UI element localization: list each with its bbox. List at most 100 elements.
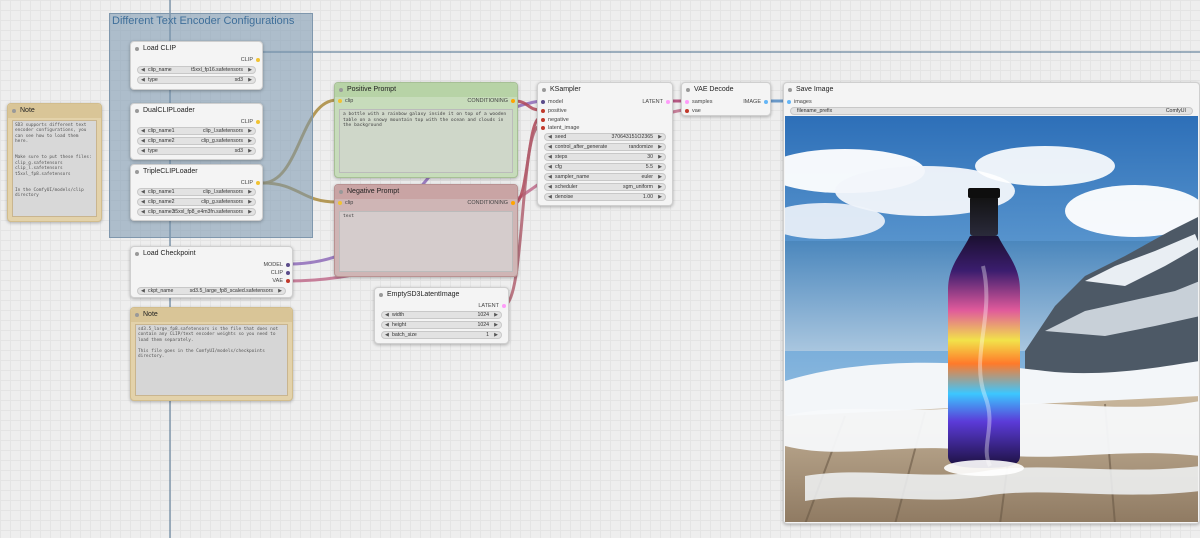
widget-filename-prefix[interactable]: filename_prefix ComfyUI: [790, 107, 1193, 115]
widget-denoise[interactable]: ◀ denoise 1.00 ▶: [544, 193, 666, 201]
node-save-image[interactable]: Save Image images filename_prefix ComfyUI: [783, 82, 1200, 524]
input-slot-clip[interactable]: [338, 201, 342, 205]
output-slot-clip[interactable]: [256, 120, 260, 124]
widget-clip-name2[interactable]: ◀ clip_name2 clip_g.safetensors ▶: [137, 137, 256, 145]
collapse-dot[interactable]: [12, 109, 16, 113]
widget-cfg[interactable]: ◀ cfg 5.5 ▶: [544, 163, 666, 171]
input-label: clip: [345, 98, 354, 104]
widget-clip-name1[interactable]: ◀ clip_name1 clip_l.safetensors ▶: [137, 127, 256, 135]
node-title: VAE Decode: [682, 83, 770, 97]
collapse-dot[interactable]: [339, 190, 343, 194]
output-slot-conditioning[interactable]: [511, 99, 515, 103]
node-title: Load Checkpoint: [131, 247, 292, 261]
collapse-dot[interactable]: [135, 47, 139, 51]
collapse-dot[interactable]: [788, 88, 792, 92]
collapse-dot[interactable]: [135, 252, 139, 256]
output-label: CONDITIONING: [467, 98, 508, 104]
node-note-checkpoint[interactable]: Note sd3.5_large_fp8.safetensors is the …: [130, 307, 293, 401]
widget-clip-name1[interactable]: ◀ clip_name1 clip_l.safetensors ▶: [137, 188, 256, 196]
widget-type[interactable]: ◀ type sd3 ▶: [137, 76, 256, 84]
prompt-textarea[interactable]: text: [339, 211, 513, 272]
input-label: clip: [345, 200, 354, 206]
output-label: LATENT: [478, 303, 499, 309]
widget-batch-size[interactable]: ◀ batch_size 1 ▶: [381, 331, 502, 339]
node-load-clip[interactable]: Load CLIP CLIP ◀ clip_name t5xxl_fp16.safe…: [130, 41, 263, 90]
node-dual-clip-loader[interactable]: DualCLIPLoader CLIP ◀ clip_name1 clip_l.sa…: [130, 103, 263, 160]
collapse-dot[interactable]: [542, 88, 546, 92]
input-label-negative: negative: [548, 117, 569, 123]
note-text[interactable]: SD3 supports different text encoder conf…: [12, 120, 97, 217]
input-label-model: model: [548, 99, 563, 105]
node-title: KSampler: [538, 83, 672, 97]
input-slot-model[interactable]: [541, 100, 545, 104]
output-slot-model[interactable]: [286, 263, 290, 267]
group-title: Different Text Encoder Configurations: [112, 15, 295, 27]
collapse-dot[interactable]: [339, 88, 343, 92]
output-slot-clip[interactable]: [256, 181, 260, 185]
input-label-samples: samples: [692, 99, 713, 105]
node-title: Positive Prompt: [335, 83, 517, 97]
node-title: Note: [131, 308, 292, 322]
note-text[interactable]: sd3.5_large_fp8.safetensors is the file …: [135, 324, 288, 396]
collapse-dot[interactable]: [686, 88, 690, 92]
input-slot-negative[interactable]: [541, 118, 545, 122]
widget-control-after-generate[interactable]: ◀ control_after_generate randomize ▶: [544, 143, 666, 151]
widget-height[interactable]: ◀ height 1024 ▶: [381, 321, 502, 329]
input-slot-images[interactable]: [787, 100, 791, 104]
output-slot-latent[interactable]: [502, 304, 506, 308]
node-negative-prompt[interactable]: Negative Prompt clip CONDITIONING text: [334, 184, 518, 277]
output-slot-clip[interactable]: [286, 271, 290, 275]
node-title: Load CLIP: [131, 42, 262, 56]
widget-clip-name3[interactable]: ◀ clip_name3 t5xxl_fp8_e4m3fn.safetensors ▶: [137, 208, 256, 216]
input-slot-latent-image[interactable]: [541, 126, 545, 130]
output-slot-vae[interactable]: [286, 279, 290, 283]
output-label: CLIP: [240, 180, 253, 186]
output-label-model: MODEL: [263, 262, 283, 268]
collapse-dot[interactable]: [135, 170, 139, 174]
generated-image-preview: [785, 116, 1198, 522]
output-label: CLIP: [240, 57, 253, 63]
collapse-dot[interactable]: [135, 313, 139, 317]
input-label-images: images: [794, 99, 812, 105]
node-title: Save Image: [784, 83, 1199, 97]
widget-seed[interactable]: ◀ seed 370643151O2365 ▶: [544, 133, 666, 141]
widget-type[interactable]: ◀ type sd3 ▶: [137, 147, 256, 155]
widget-sampler-name[interactable]: ◀ sampler_name euler ▶: [544, 173, 666, 181]
input-label-latent-image: latent_image: [548, 125, 580, 131]
collapse-dot[interactable]: [379, 293, 383, 297]
input-slot-clip[interactable]: [338, 99, 342, 103]
node-title: TripleCLIPLoader: [131, 165, 262, 179]
generated-image[interactable]: [785, 116, 1198, 522]
output-label: CLIP: [240, 119, 253, 125]
widget-clip-name2[interactable]: ◀ clip_name2 clip_g.safetensors ▶: [137, 198, 256, 206]
input-slot-positive[interactable]: [541, 109, 545, 113]
widget-scheduler[interactable]: ◀ scheduler sgm_uniform ▶: [544, 183, 666, 191]
node-triple-clip-loader[interactable]: TripleCLIPLoader CLIP ◀ clip_name1 clip_l.…: [130, 164, 263, 221]
widget-width[interactable]: ◀ width 1024 ▶: [381, 311, 502, 319]
node-empty-sd3-latent-image[interactable]: EmptySD3LatentImage LATENT ◀ width 1024 ▶ ◀…: [374, 287, 509, 344]
output-label-clip: CLIP: [270, 270, 283, 276]
node-vae-decode[interactable]: VAE Decode samples vae IMAGE: [681, 82, 771, 116]
input-slot-samples[interactable]: [685, 100, 689, 104]
output-slot-conditioning[interactable]: [511, 201, 515, 205]
node-note-clip[interactable]: Note SD3 supports different text encoder…: [7, 103, 102, 222]
widget-ckpt-name[interactable]: ◀ ckpt_name sd3.5_large_fp8_scaled.safeten…: [137, 287, 286, 295]
collapse-dot[interactable]: [135, 109, 139, 113]
prompt-textarea[interactable]: a bottle with a rainbow galaxy inside it…: [339, 109, 513, 173]
output-label: LATENT: [642, 99, 663, 105]
output-slot-latent[interactable]: [666, 100, 670, 104]
node-ksampler[interactable]: KSampler model positive negative latent_…: [537, 82, 673, 206]
node-title: DualCLIPLoader: [131, 104, 262, 118]
input-slot-vae[interactable]: [685, 109, 689, 113]
output-slot-image[interactable]: [764, 100, 768, 104]
node-title: Note: [8, 104, 101, 118]
output-label: IMAGE: [743, 99, 761, 105]
node-load-checkpoint[interactable]: Load Checkpoint MODEL CLIP VAE ◀ ckpt_nam…: [130, 246, 293, 298]
output-label-vae: VAE: [272, 278, 283, 284]
widget-steps[interactable]: ◀ steps 30 ▶: [544, 153, 666, 161]
output-slot-clip[interactable]: [256, 58, 260, 62]
node-positive-prompt[interactable]: Positive Prompt clip CONDITIONING a bott…: [334, 82, 518, 178]
input-label-positive: positive: [548, 108, 567, 114]
node-title: Negative Prompt: [335, 185, 517, 199]
widget-clip-name[interactable]: ◀ clip_name t5xxl_fp16.safetensors ▶: [137, 66, 256, 74]
